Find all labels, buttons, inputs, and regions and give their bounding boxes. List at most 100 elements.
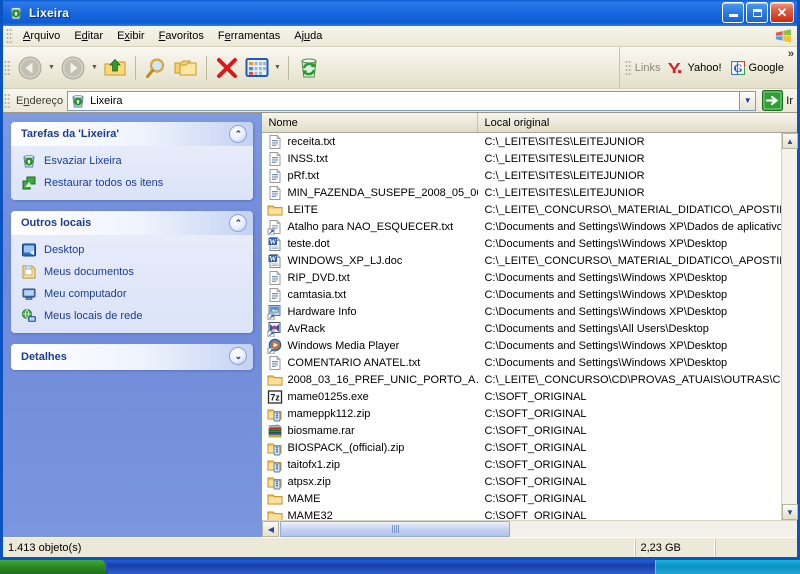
toolbar-overflow-chevron[interactable]: » (788, 48, 794, 60)
chevron-down-icon[interactable]: ▼ (739, 90, 757, 111)
restore-button[interactable] (746, 2, 768, 23)
column-header-nome[interactable]: Nome (262, 113, 479, 132)
cell-file-name[interactable]: 2008_03_16_PREF_UNIC_PORTO_A… (262, 372, 478, 388)
cell-file-name[interactable]: Wteste.dot (262, 236, 478, 252)
menu-favoritos[interactable]: Favoritos (152, 28, 211, 44)
delete-button[interactable] (212, 50, 242, 86)
table-row[interactable]: RIP_DVD.txt C:\Documents and Settings\Win… (262, 269, 797, 286)
cell-file-name[interactable]: MAME (262, 491, 478, 507)
scroll-left-icon[interactable]: ◀ (262, 521, 280, 537)
views-dropdown-caret[interactable]: ▼ (272, 50, 283, 86)
system-tray[interactable] (655, 560, 800, 574)
cell-file-name[interactable]: MIN_FAZENDA_SUSEPE_2008_05_06… (262, 185, 478, 201)
cell-file-name[interactable]: taitofx1.zip (262, 457, 478, 473)
table-row[interactable]: pRf.txt C:\_LEITE\SITES\LEITEJUNIOR (262, 167, 797, 184)
cell-file-name[interactable]: biosmame.rar (262, 423, 478, 439)
cell-file-name[interactable]: 7z mame0125s.exe (262, 389, 478, 405)
table-row[interactable]: COMENTARIO ANATEL.txt C:\Documents and Se… (262, 354, 797, 371)
cell-file-name[interactable]: RIP_DVD.txt (262, 270, 478, 286)
menu-ajuda[interactable]: Ajuda (287, 28, 329, 44)
chevron-up-icon[interactable]: ⌃ (229, 125, 248, 143)
menu-editar[interactable]: Editar (67, 28, 110, 44)
chevron-up-icon[interactable]: ⌃ (229, 214, 248, 232)
views-button[interactable] (242, 50, 272, 86)
table-row[interactable]: INSS.txt C:\_LEITE\SITES\LEITEJUNIOR (262, 150, 797, 167)
table-row[interactable]: atpsx.zip C:\SOFT_ORIGINAL (262, 473, 797, 490)
forward-history-caret[interactable]: ▼ (89, 50, 100, 86)
menubar-grip[interactable] (6, 28, 13, 44)
cell-file-name[interactable]: pRf.txt (262, 168, 478, 184)
vertical-scrollbar[interactable]: ▲ ▼ (781, 133, 798, 520)
links-grip[interactable] (624, 60, 632, 76)
taskbar-buttons[interactable] (108, 560, 655, 574)
go-button[interactable]: Ir (762, 90, 793, 112)
back-button[interactable] (14, 50, 46, 86)
chevron-down-icon[interactable]: ⌄ (229, 347, 248, 365)
cell-file-name[interactable]: mameppk112.zip (262, 406, 478, 422)
place-desktop[interactable]: Desktop (21, 242, 247, 258)
table-row[interactable]: MAME32 C:\SOFT_ORIGINAL (262, 507, 797, 520)
task-restaurar-todos[interactable]: Restaurar todos os itens (21, 175, 247, 191)
place-meus-locais-de-rede[interactable]: Meus locais de rede (21, 308, 247, 324)
titlebar[interactable]: Lixeira ✕ (3, 0, 797, 26)
link-yahoo[interactable]: Yahoo! (667, 61, 722, 75)
table-row[interactable]: camtasia.txt C:\Documents and Settings\Wi… (262, 286, 797, 303)
table-row[interactable]: LEITE C:\_LEITE\_CONCURSO\_MATERIAL_DIDAT… (262, 201, 797, 218)
cell-file-name[interactable]: receita.txt (262, 134, 478, 150)
cell-file-name[interactable]: Hardware Info (262, 304, 478, 320)
cell-file-name[interactable]: BIOSPACK_(official).zip (262, 440, 478, 456)
panel-header[interactable]: Outros locais ⌃ (11, 211, 254, 235)
up-button[interactable] (100, 50, 130, 86)
forward-button[interactable] (57, 50, 89, 86)
table-row[interactable]: 7z mame0125s.exe C:\SOFT_ORIGINAL (262, 388, 797, 405)
address-grip[interactable] (4, 92, 11, 109)
cell-file-name[interactable]: Atalho para NAO_ESQUECER.txt (262, 219, 478, 235)
table-row[interactable]: Atalho para NAO_ESQUECER.txt C:\Documents… (262, 218, 797, 235)
menu-arquivo[interactable]: Arquivo (16, 28, 67, 44)
table-row[interactable]: receita.txt C:\_LEITE\SITES\LEITEJUNIOR (262, 133, 797, 150)
menu-exibir[interactable]: Exibir (110, 28, 152, 44)
table-row[interactable]: AvRack C:\Documents and Settings\All User… (262, 320, 797, 337)
folders-button[interactable] (171, 50, 201, 86)
cell-file-name[interactable]: INSS.txt (262, 151, 478, 167)
start-button[interactable] (0, 560, 108, 574)
cell-file-name[interactable]: COMENTARIO ANATEL.txt (262, 355, 478, 371)
panel-header[interactable]: Tarefas da 'Lixeira' ⌃ (11, 122, 254, 146)
minimize-button[interactable] (722, 2, 744, 23)
menu-ferramentas[interactable]: Ferramentas (211, 28, 287, 44)
column-header-local-original[interactable]: Local original (478, 113, 797, 132)
table-row[interactable]: taitofx1.zip C:\SOFT_ORIGINAL (262, 456, 797, 473)
table-row[interactable]: 2008_03_16_PREF_UNIC_PORTO_A… C:\_LEITE\_… (262, 371, 797, 388)
close-button[interactable]: ✕ (770, 2, 794, 23)
table-row[interactable]: Windows Media Player C:\Documents and Set… (262, 337, 797, 354)
address-input[interactable]: Lixeira (67, 90, 740, 111)
table-row[interactable]: Hardware Info C:\Documents and Settings\W… (262, 303, 797, 320)
link-google[interactable]: G Google (730, 61, 784, 75)
cell-file-name[interactable]: LEITE (262, 202, 478, 218)
horizontal-scrollbar[interactable]: ◀ (262, 520, 797, 537)
table-row[interactable]: Wteste.dot C:\Documents and Settings\Wind… (262, 235, 797, 252)
table-row[interactable]: mameppk112.zip C:\SOFT_ORIGINAL (262, 405, 797, 422)
cell-file-name[interactable]: camtasia.txt (262, 287, 478, 303)
table-row[interactable]: BIOSPACK_(official).zip C:\SOFT_ORIGINAL (262, 439, 797, 456)
search-button[interactable] (141, 50, 171, 86)
table-row[interactable]: W WINDOWS_XP_LJ.doc C:\_LEITE\_CONCURSO\_M… (262, 252, 797, 269)
table-row[interactable]: MAME C:\SOFT_ORIGINAL (262, 490, 797, 507)
cell-file-name[interactable]: MAME32 (262, 508, 478, 520)
place-meu-computador[interactable]: Meu computador (21, 286, 247, 302)
back-history-caret[interactable]: ▼ (46, 50, 57, 86)
scroll-down-icon[interactable]: ▼ (782, 504, 798, 520)
cell-file-name[interactable]: W WINDOWS_XP_LJ.doc (262, 253, 478, 269)
place-meus-documentos[interactable]: Meus documentos (21, 264, 247, 280)
cell-file-name[interactable]: atpsx.zip (262, 474, 478, 490)
cell-file-name[interactable]: AvRack (262, 321, 478, 337)
table-row[interactable]: MIN_FAZENDA_SUSEPE_2008_05_06… C:\_LEITE\… (262, 184, 797, 201)
scroll-up-icon[interactable]: ▲ (782, 133, 798, 149)
toolbar-grip[interactable] (4, 59, 11, 76)
cell-file-name[interactable]: Windows Media Player (262, 338, 478, 354)
restore-all-button[interactable] (294, 50, 324, 86)
table-row[interactable]: biosmame.rar C:\SOFT_ORIGINAL (262, 422, 797, 439)
windows-logo-icon[interactable] (775, 28, 792, 44)
vscroll-track[interactable] (782, 149, 797, 504)
panel-header[interactable]: Detalhes ⌄ (11, 344, 254, 370)
